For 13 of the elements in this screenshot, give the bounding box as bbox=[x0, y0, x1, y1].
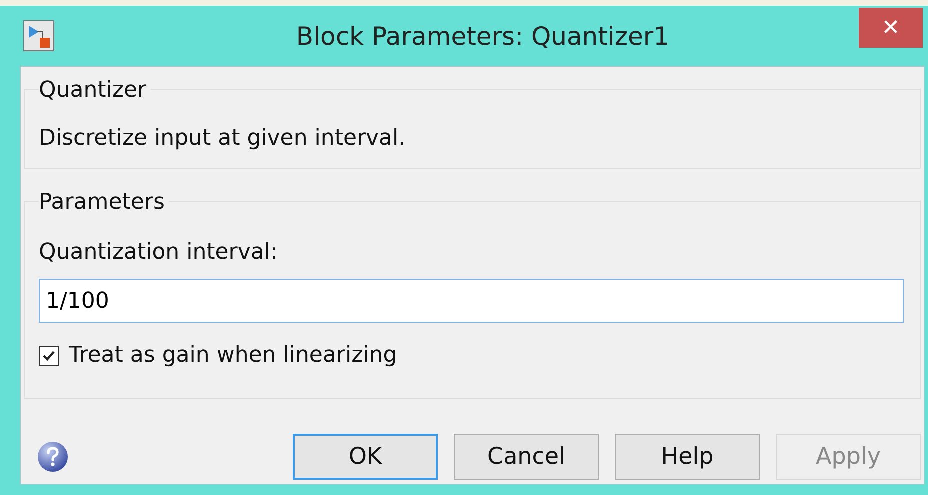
help-icon[interactable] bbox=[36, 440, 70, 474]
dialog-button[interactable]: Cancel bbox=[454, 434, 599, 480]
checkbox[interactable] bbox=[39, 346, 59, 366]
group-title: Quantizer bbox=[39, 78, 151, 103]
checkbox-label[interactable]: Treat as gain when linearizing bbox=[69, 343, 398, 368]
window-title: Block Parameters: Quantizer1 bbox=[295, 22, 671, 50]
close-button[interactable]: ✕ bbox=[859, 8, 923, 48]
dialog-button[interactable]: Help bbox=[615, 434, 760, 480]
field-label: Quantization interval: bbox=[39, 240, 279, 265]
input-field[interactable]: 1/100 bbox=[39, 279, 904, 323]
block-diagram-icon bbox=[23, 20, 55, 52]
dialog-button[interactable]: OK bbox=[293, 434, 438, 480]
description-text: Discretize input at given interval. bbox=[39, 126, 407, 151]
